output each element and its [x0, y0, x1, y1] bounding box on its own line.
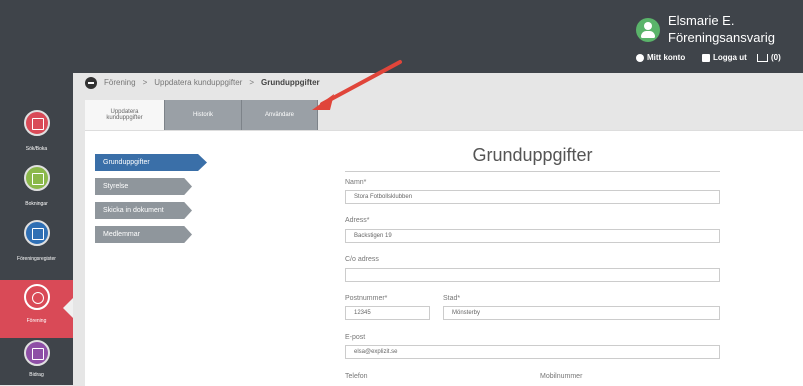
user-avatar-icon[interactable] [636, 18, 660, 42]
list-icon [24, 220, 50, 246]
calendar-icon [24, 110, 50, 136]
breadcrumb: Förening > Uppdatera kunduppgifter > Gru… [85, 75, 320, 90]
co-adress-field[interactable] [345, 268, 720, 282]
top-header: Elsmarie E. Föreningsansvarig Mitt konto… [0, 0, 803, 73]
epost-label: E-post [345, 334, 366, 341]
logout-link[interactable]: Logga ut [702, 53, 747, 62]
stad-label: Stad* [443, 295, 461, 302]
adress-label: Adress* [345, 217, 370, 224]
left-menu-styrelse[interactable]: Styrelse [95, 178, 192, 195]
left-menu-skicka-in-dokument[interactable]: Skicka in dokument [95, 202, 192, 219]
gear-icon [636, 53, 644, 62]
breadcrumb-current: Grunduppgifter [260, 78, 320, 87]
sidebar-item-label: Bokningar [25, 201, 48, 207]
breadcrumb-separator: > [249, 78, 254, 87]
breadcrumb-item[interactable]: Förening [104, 78, 136, 87]
mobilnummer-label: Mobilnummer [540, 373, 583, 380]
tab-historik[interactable]: Historik [165, 100, 242, 130]
form-title: Grunduppgifter [472, 145, 593, 165]
namn-field[interactable]: Stora Fotbollsklubben [345, 190, 720, 204]
people-icon [24, 284, 50, 310]
left-menu-grunduppgifter[interactable]: Grunduppgifter [95, 154, 207, 171]
logout-icon [702, 53, 710, 62]
user-role: Föreningsansvarig [668, 30, 775, 45]
namn-label: Namn* [345, 179, 367, 186]
sidebar-item-label: Förening [26, 318, 47, 324]
breadcrumb-item[interactable]: Uppdatera kunduppgifter [154, 78, 242, 87]
sidebar-item-label: Sök/Boka [25, 146, 48, 152]
adress-field[interactable]: Backstigen 19 [345, 229, 720, 243]
postnummer-field[interactable]: 12345 [345, 306, 430, 320]
telefon-label: Telefon [345, 373, 368, 380]
tab-uppdatera-kunduppgifter[interactable]: Uppdatera kunduppgifter [85, 100, 165, 130]
tab-anvandare[interactable]: Användare [242, 100, 318, 130]
form-divider [345, 171, 720, 172]
user-name: Elsmarie E. [668, 13, 735, 28]
epost-field[interactable]: elsa@explizit.se [345, 345, 720, 359]
sidebar-item-label: Bidrag [29, 372, 44, 378]
cart-link[interactable]: (0) [757, 53, 781, 62]
breadcrumb-separator: > [142, 78, 148, 87]
stad-field[interactable]: Mönsterby [443, 306, 720, 320]
calendar-check-icon [24, 165, 50, 191]
left-menu-medlemmar[interactable]: Medlemmar [95, 226, 192, 243]
postnummer-label: Postnummer* [345, 295, 388, 302]
sidebar-item-label: Föreningsregister [17, 256, 56, 262]
back-icon[interactable] [85, 76, 97, 89]
co-adress-label: C/o adress [345, 256, 379, 263]
calculator-icon [24, 340, 50, 366]
my-account-link[interactable]: Mitt konto [636, 53, 685, 62]
cart-icon [757, 53, 768, 62]
